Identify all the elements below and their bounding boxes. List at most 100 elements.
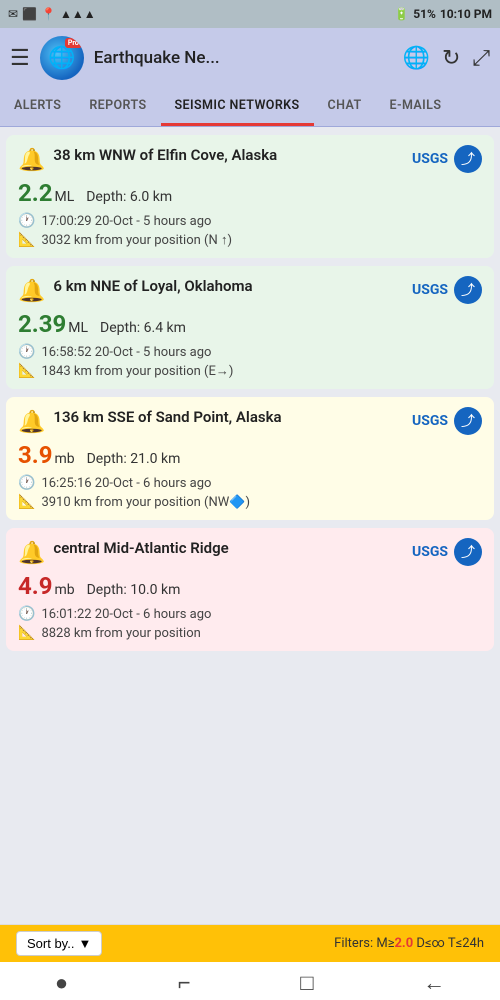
source-wrap-2: USGS ⤴ — [412, 276, 482, 304]
time-row-2: 🕐 16:58:52 20-Oct - 5 hours ago — [18, 344, 482, 360]
time-display: 10:10 PM — [440, 7, 492, 21]
eq-time-3: 16:25:16 20-Oct - 6 hours ago — [41, 476, 211, 491]
depth-1: Depth: 6.0 km — [86, 189, 172, 205]
tab-alerts[interactable]: ALERTS — [0, 88, 75, 126]
eq-source-2: USGS — [412, 282, 448, 298]
mail-icon: ✉ — [8, 7, 18, 21]
earthquake-card-1: 🔔 38 km WNW of Elfin Cove, Alaska USGS ⤴… — [6, 135, 494, 258]
source-wrap-4: USGS ⤴ — [412, 538, 482, 566]
compass-icon-2: 📐 — [18, 363, 35, 379]
notification-icon: ⬛ — [22, 7, 37, 21]
eq-time-4: 16:01:22 20-Oct - 6 hours ago — [41, 607, 211, 622]
card-header-2: 🔔 6 km NNE of Loyal, Oklahoma USGS ⤴ — [6, 266, 494, 310]
header: ☰ 🌐 Pro Earthquake Ne... 🌐 ↻ ⤢ — [0, 28, 500, 88]
magnitude-row-3: 3.9mb Depth: 21.0 km — [18, 441, 482, 469]
card-header-3: 🔔 136 km SSE of Sand Point, Alaska USGS … — [6, 397, 494, 441]
sort-chevron-icon: ▼ — [78, 936, 91, 951]
eq-source-1: USGS — [412, 151, 448, 167]
magnitude-row-2: 2.39ML Depth: 6.4 km — [18, 310, 482, 338]
battery-icon: 🔋 — [394, 7, 409, 21]
sort-label: Sort by.. — [27, 936, 74, 951]
compass-icon-3: 📐 — [18, 494, 35, 510]
filter-rest: D≤∞ T≤24h — [413, 936, 484, 951]
sort-button[interactable]: Sort by.. ▼ — [16, 931, 102, 956]
time-row-3: 🕐 16:25:16 20-Oct - 6 hours ago — [18, 475, 482, 491]
clock-icon-1: 🕐 — [18, 213, 35, 229]
pro-badge: Pro — [65, 38, 82, 48]
tab-reports[interactable]: REPORTS — [75, 88, 160, 126]
tab-chat[interactable]: CHAT — [314, 88, 376, 126]
card-body-3: 3.9mb Depth: 21.0 km 🕐 16:25:16 20-Oct -… — [6, 441, 494, 520]
earthquake-card-4: 🔔 central Mid-Atlantic Ridge USGS ⤴ 4.9m… — [6, 528, 494, 651]
header-actions: 🌐 ↻ ⤢ — [403, 46, 490, 71]
compass-icon-1: 📐 — [18, 232, 35, 248]
earthquake-icon-2: 🔔 — [18, 279, 45, 304]
card-body-4: 4.9mb Depth: 10.0 km 🕐 16:01:22 20-Oct -… — [6, 572, 494, 651]
eq-distance-2: 1843 km from your position (E→) — [41, 363, 233, 379]
card-header-1: 🔔 38 km WNW of Elfin Cove, Alaska USGS ⤴ — [6, 135, 494, 179]
clock-icon-4: 🕐 — [18, 606, 35, 622]
expand-icon[interactable]: ⤢ — [472, 46, 490, 71]
square-icon[interactable]: □ — [300, 970, 313, 996]
distance-row-2: 📐 1843 km from your position (E→) — [18, 363, 482, 379]
title-wrap-1: 🔔 38 km WNW of Elfin Cove, Alaska — [18, 146, 404, 173]
navigation-bar: ● ⌐ □ ← — [0, 962, 500, 1000]
tab-seismic-networks[interactable]: SEISMIC NETWORKS — [161, 88, 314, 126]
share-button-4[interactable]: ⤴ — [454, 538, 482, 566]
eq-distance-3: 3910 km from your position (NW🔷) — [41, 495, 250, 510]
battery-percent: 51% — [413, 7, 436, 21]
magnitude-value-2: 2.39ML — [18, 310, 88, 338]
card-body-2: 2.39ML Depth: 6.4 km 🕐 16:58:52 20-Oct -… — [6, 310, 494, 389]
earthquake-icon-3: 🔔 — [18, 410, 45, 435]
eq-time-2: 16:58:52 20-Oct - 5 hours ago — [41, 345, 211, 360]
title-wrap-2: 🔔 6 km NNE of Loyal, Oklahoma — [18, 277, 404, 304]
magnitude-row-4: 4.9mb Depth: 10.0 km — [18, 572, 482, 600]
earthquake-icon-4: 🔔 — [18, 541, 45, 566]
magnitude-row-1: 2.2ML Depth: 6.0 km — [18, 179, 482, 207]
eq-location-3: 136 km SSE of Sand Point, Alaska — [53, 408, 281, 428]
menu-icon[interactable]: ☰ — [10, 46, 30, 71]
recent-apps-icon[interactable]: ⌐ — [178, 970, 191, 996]
eq-location-1: 38 km WNW of Elfin Cove, Alaska — [53, 146, 277, 166]
depth-3: Depth: 21.0 km — [87, 451, 181, 467]
back-icon[interactable]: ← — [423, 970, 445, 996]
tab-emails[interactable]: E-MAILS — [376, 88, 456, 126]
source-wrap-3: USGS ⤴ — [412, 407, 482, 435]
bottom-bar: Sort by.. ▼ Filters: M≥2.0 D≤∞ T≤24h ● ⌐… — [0, 924, 500, 1000]
status-bar: ✉ ⬛ 📍 ▲▲▲ 🔋 51% 10:10 PM — [0, 0, 500, 28]
magnitude-value-3: 3.9mb — [18, 441, 75, 469]
card-header-4: 🔔 central Mid-Atlantic Ridge USGS ⤴ — [6, 528, 494, 572]
compass-icon-4: 📐 — [18, 625, 35, 641]
status-bar-right: 🔋 51% 10:10 PM — [394, 7, 492, 21]
earthquake-card-2: 🔔 6 km NNE of Loyal, Oklahoma USGS ⤴ 2.3… — [6, 266, 494, 389]
title-wrap-3: 🔔 136 km SSE of Sand Point, Alaska — [18, 408, 404, 435]
share-button-2[interactable]: ⤴ — [454, 276, 482, 304]
filter-bar: Sort by.. ▼ Filters: M≥2.0 D≤∞ T≤24h — [0, 925, 500, 962]
eq-source-4: USGS — [412, 544, 448, 560]
tab-bar: ALERTS REPORTS SEISMIC NETWORKS CHAT E-M… — [0, 88, 500, 127]
depth-4: Depth: 10.0 km — [87, 582, 181, 598]
title-wrap-4: 🔔 central Mid-Atlantic Ridge — [18, 539, 404, 566]
home-dot-icon[interactable]: ● — [55, 970, 68, 996]
distance-row-3: 📐 3910 km from your position (NW🔷) — [18, 494, 482, 510]
refresh-icon[interactable]: ↻ — [442, 46, 460, 71]
magnitude-value-4: 4.9mb — [18, 572, 75, 600]
earthquake-list: 🔔 38 km WNW of Elfin Cove, Alaska USGS ⤴… — [0, 127, 500, 711]
share-button-1[interactable]: ⤴ — [454, 145, 482, 173]
eq-distance-1: 3032 km from your position (N ↑) — [41, 232, 232, 248]
clock-icon-3: 🕐 — [18, 475, 35, 491]
signal-bars: ▲▲▲ — [60, 7, 96, 21]
time-row-1: 🕐 17:00:29 20-Oct - 5 hours ago — [18, 213, 482, 229]
source-wrap-1: USGS ⤴ — [412, 145, 482, 173]
app-title: Earthquake Ne... — [94, 48, 393, 68]
card-body-1: 2.2ML Depth: 6.0 km 🕐 17:00:29 20-Oct - … — [6, 179, 494, 258]
depth-2: Depth: 6.4 km — [100, 320, 186, 336]
earthquake-icon-1: 🔔 — [18, 148, 45, 173]
distance-row-1: 📐 3032 km from your position (N ↑) — [18, 232, 482, 248]
earthquake-card-3: 🔔 136 km SSE of Sand Point, Alaska USGS … — [6, 397, 494, 520]
share-button-3[interactable]: ⤴ — [454, 407, 482, 435]
globe-icon[interactable]: 🌐 — [403, 46, 430, 71]
clock-icon-2: 🕐 — [18, 344, 35, 360]
eq-source-3: USGS — [412, 413, 448, 429]
eq-location-2: 6 km NNE of Loyal, Oklahoma — [53, 277, 252, 297]
